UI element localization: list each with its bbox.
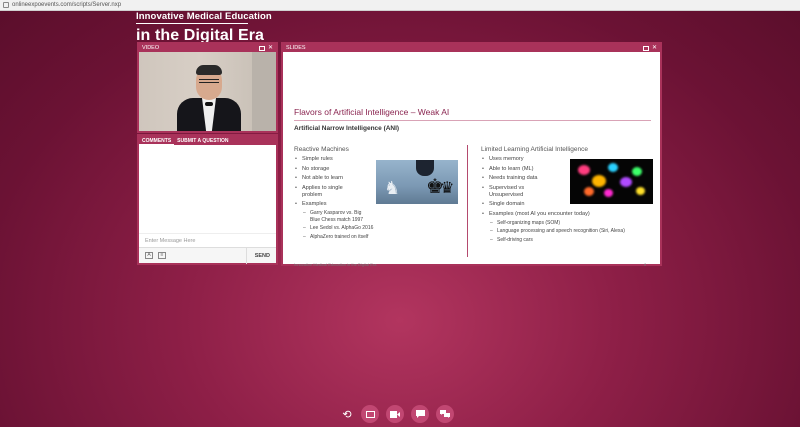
lock-icon bbox=[3, 2, 9, 8]
spark-dot bbox=[620, 177, 632, 187]
maximize-icon[interactable] bbox=[258, 45, 265, 51]
spark-dot bbox=[608, 163, 618, 172]
slide-title: Flavors of Artificial Intelligence – Wea… bbox=[294, 107, 450, 117]
slide-title-rule bbox=[294, 120, 651, 121]
tab-submit-question[interactable]: SUBMIT A QUESTION bbox=[174, 136, 231, 145]
comments-icon[interactable] bbox=[411, 405, 429, 423]
close-icon[interactable]: ✕ bbox=[268, 45, 273, 51]
message-input[interactable]: Enter Message Here bbox=[139, 233, 276, 247]
column-divider bbox=[467, 145, 468, 257]
list-item-text: Applies to single problem bbox=[302, 184, 343, 198]
spark-dot bbox=[636, 187, 645, 195]
speaker-glasses bbox=[199, 79, 219, 83]
event-title: Innovative Medical Education in the Digi… bbox=[136, 11, 272, 45]
sub-list-item: Lee Sedol vs. AlphaGo 2016 bbox=[302, 225, 464, 232]
sub-list-item: Garry Kasparov vs. Big Blue Chess match … bbox=[302, 210, 464, 223]
list-item-text: Supervised vs Unsupervised bbox=[489, 184, 525, 198]
chess-queen-icon: ♛ bbox=[440, 180, 455, 197]
video-panel-title: VIDEO bbox=[142, 45, 160, 51]
chess-knight-icon: ♞ bbox=[384, 178, 401, 198]
spark-dot bbox=[578, 165, 590, 175]
sub-list-item: Language processing and speech recogniti… bbox=[489, 228, 656, 235]
close-icon[interactable]: ✕ bbox=[652, 45, 657, 51]
slides-icon[interactable] bbox=[361, 405, 379, 423]
spark-dot bbox=[584, 187, 594, 196]
event-title-line1: Innovative Medical Education bbox=[136, 11, 272, 22]
list-item-text: Examples (most AI you encounter today) bbox=[489, 210, 590, 217]
comments-panel: COMMENTS SUBMIT A QUESTION Enter Message… bbox=[137, 134, 278, 265]
list-item: Examples Garry Kasparov vs. Big Blue Che… bbox=[294, 201, 464, 240]
video-stream[interactable] bbox=[139, 52, 276, 131]
comments-footer: A ≡ SEND bbox=[139, 247, 276, 264]
speaker-bowtie bbox=[205, 102, 213, 106]
neural-network-image bbox=[570, 159, 653, 204]
attach-icon[interactable]: ≡ bbox=[158, 252, 166, 259]
title-divider bbox=[136, 23, 248, 24]
send-button[interactable]: SEND bbox=[245, 247, 270, 264]
video-background-wall bbox=[252, 52, 276, 131]
tab-comments[interactable]: COMMENTS bbox=[139, 136, 175, 145]
slide-page-number: 8 bbox=[644, 262, 647, 267]
font-size-icon[interactable]: A bbox=[145, 252, 153, 259]
url-text: onlineexpoevents.com/scripts/Server.nxp bbox=[12, 2, 122, 8]
comments-list bbox=[139, 145, 276, 233]
hand-shape bbox=[416, 160, 434, 176]
browser-address-bar[interactable]: onlineexpoevents.com/scripts/Server.nxp bbox=[0, 0, 800, 11]
slides-panel: SLIDES ✕ Flavors of Artificial Intellige… bbox=[281, 42, 662, 267]
slides-panel-bar: SLIDES ✕ bbox=[283, 44, 660, 52]
slide-content: Flavors of Artificial Intelligence – Wea… bbox=[283, 52, 660, 267]
video-panel-bar: VIDEO ✕ bbox=[139, 44, 276, 52]
refresh-icon[interactable]: ⟲ bbox=[340, 405, 354, 423]
slide-subtitle: Artificial Narrow Intelligence (ANI) bbox=[294, 125, 400, 132]
left-column-heading: Reactive Machines bbox=[294, 146, 349, 153]
sub-list-item: Self-organizing maps (SOM) bbox=[489, 220, 656, 227]
sub-list-item-text: Garry Kasparov vs. Big Blue Chess match … bbox=[310, 210, 364, 223]
sub-list-item: Self-driving cars bbox=[489, 237, 656, 244]
bottom-toolbar: ⟲ bbox=[340, 405, 454, 423]
list-item: Examples (most AI you encounter today) S… bbox=[481, 211, 656, 244]
list-item-text: Examples bbox=[302, 201, 327, 207]
maximize-icon[interactable] bbox=[642, 45, 649, 51]
right-column-heading: Limited Learning Artificial Intelligence bbox=[481, 146, 588, 153]
spark-dot bbox=[604, 189, 613, 197]
qa-icon[interactable] bbox=[436, 405, 454, 423]
video-icon[interactable] bbox=[386, 405, 404, 423]
speaker-hair bbox=[196, 65, 222, 75]
slide-footer: Innovative Medical Education in the Digi… bbox=[294, 262, 377, 267]
comments-tabs: COMMENTS SUBMIT A QUESTION bbox=[139, 136, 276, 145]
sub-list-item: AlphaZero trained on itself bbox=[302, 234, 464, 241]
slides-panel-title: SLIDES bbox=[286, 45, 306, 51]
video-panel: VIDEO ✕ bbox=[137, 42, 278, 133]
spark-dot bbox=[592, 175, 606, 187]
chess-image: ♞ ♚ ♛ bbox=[376, 160, 458, 204]
spark-dot bbox=[632, 167, 642, 176]
